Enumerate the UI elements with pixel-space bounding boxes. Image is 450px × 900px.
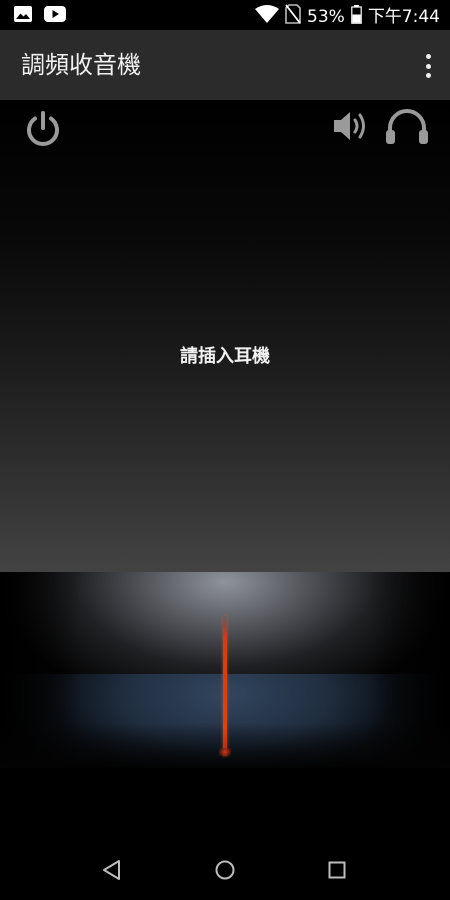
battery-icon xyxy=(351,4,362,30)
main-area: 請插入耳機 xyxy=(0,100,450,572)
more-vertical-icon[interactable] xyxy=(420,52,436,80)
wifi-icon xyxy=(255,5,280,29)
headphone-button[interactable] xyxy=(384,106,430,146)
status-right: 53% 下午7:44 xyxy=(255,4,440,30)
youtube-icon xyxy=(44,6,66,26)
image-icon xyxy=(14,6,32,26)
battery-percent: 53% xyxy=(307,7,345,27)
recents-icon xyxy=(328,861,346,879)
home-icon xyxy=(215,860,235,880)
speaker-button[interactable] xyxy=(332,108,372,144)
tuner-needle[interactable] xyxy=(223,616,227,756)
back-button[interactable] xyxy=(101,859,123,881)
app-title: 調頻收音機 xyxy=(21,51,141,79)
speaker-icon xyxy=(334,112,365,140)
home-button[interactable] xyxy=(214,859,236,881)
power-icon xyxy=(27,111,59,146)
app-bar: 調頻收音機 xyxy=(0,30,450,100)
back-icon xyxy=(103,860,120,880)
status-left xyxy=(14,6,66,26)
power-button[interactable] xyxy=(24,110,62,148)
status-time: 下午7:44 xyxy=(367,7,440,27)
plug-in-headphones-message: 請插入耳機 xyxy=(180,346,270,367)
status-bar: 53% 下午7:44 xyxy=(0,0,450,30)
navigation-bar xyxy=(0,840,450,900)
overflow-dot xyxy=(425,73,431,78)
no-sim-icon xyxy=(285,4,301,30)
headphone-icon xyxy=(386,109,428,144)
overflow-dot xyxy=(425,63,431,69)
tuner-needle-base xyxy=(219,748,231,756)
recents-button[interactable] xyxy=(328,861,346,879)
overflow-dot xyxy=(425,54,431,59)
tuner-dial[interactable] xyxy=(0,572,450,768)
